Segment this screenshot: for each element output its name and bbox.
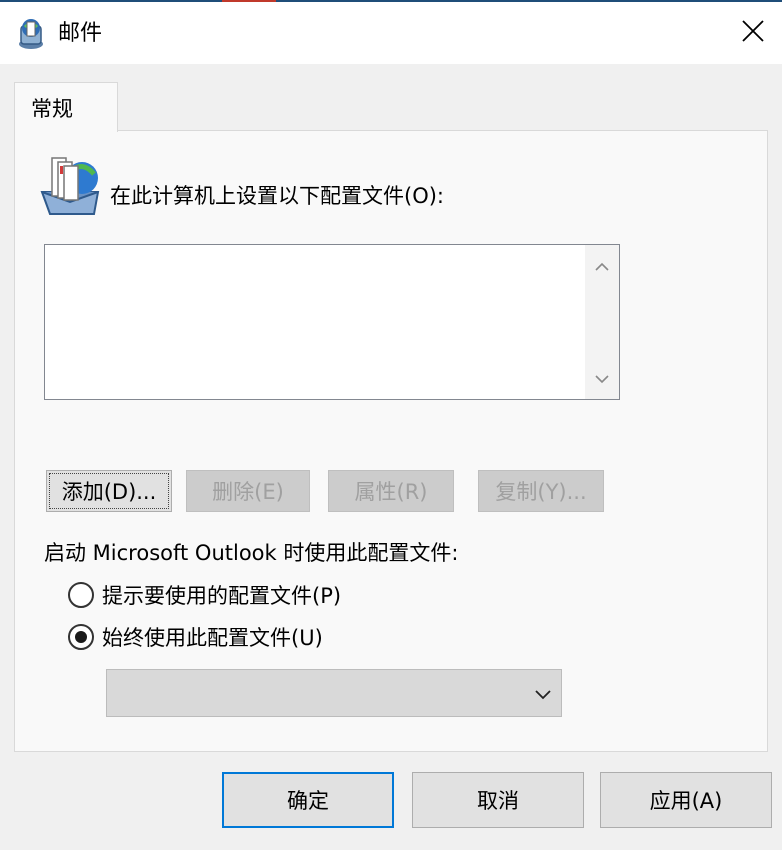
cancel-button[interactable]: 取消 <box>412 772 584 828</box>
ok-button[interactable]: 确定 <box>222 772 394 828</box>
chevron-down-icon[interactable] <box>592 369 612 389</box>
startup-profile-label: 启动 Microsoft Outlook 时使用此配置文件: <box>44 541 459 565</box>
profiles-label: 在此计算机上设置以下配置文件(O): <box>110 184 444 208</box>
add-profile-button[interactable]: 添加(D)... <box>46 470 172 512</box>
close-button[interactable] <box>728 8 778 58</box>
delete-profile-button[interactable]: 删除(E) <box>186 470 310 512</box>
radio-always-use-profile[interactable]: 始终使用此配置文件(U) <box>68 622 323 652</box>
radio-always-use-profile-label: 始终使用此配置文件(U) <box>102 626 323 650</box>
chevron-up-icon[interactable] <box>592 257 612 277</box>
profile-properties-button[interactable]: 属性(R) <box>328 470 454 512</box>
mail-profiles-icon <box>36 152 102 220</box>
profiles-scrollbar[interactable] <box>585 245 619 399</box>
close-icon <box>742 20 764 46</box>
profile-select[interactable] <box>106 669 562 717</box>
title-bar: 邮件 <box>0 2 782 64</box>
radio-prompt-profile-label: 提示要使用的配置文件(P) <box>102 584 342 608</box>
tab-general-label: 常规 <box>31 97 73 121</box>
tab-general[interactable]: 常规 <box>14 82 118 132</box>
radio-prompt-profile[interactable]: 提示要使用的配置文件(P) <box>68 580 341 610</box>
radio-button-checked[interactable] <box>68 624 94 650</box>
radio-dot <box>75 631 87 643</box>
chevron-down-icon[interactable] <box>533 684 553 704</box>
window-title: 邮件 <box>58 21 103 46</box>
tab-panel-general <box>14 130 768 752</box>
profiles-listbox[interactable] <box>44 244 620 400</box>
copy-profile-button[interactable]: 复制(Y)... <box>478 470 604 512</box>
radio-button-unchecked[interactable] <box>68 582 94 608</box>
apply-button[interactable]: 应用(A) <box>600 772 772 828</box>
mail-globe-icon <box>16 16 46 50</box>
